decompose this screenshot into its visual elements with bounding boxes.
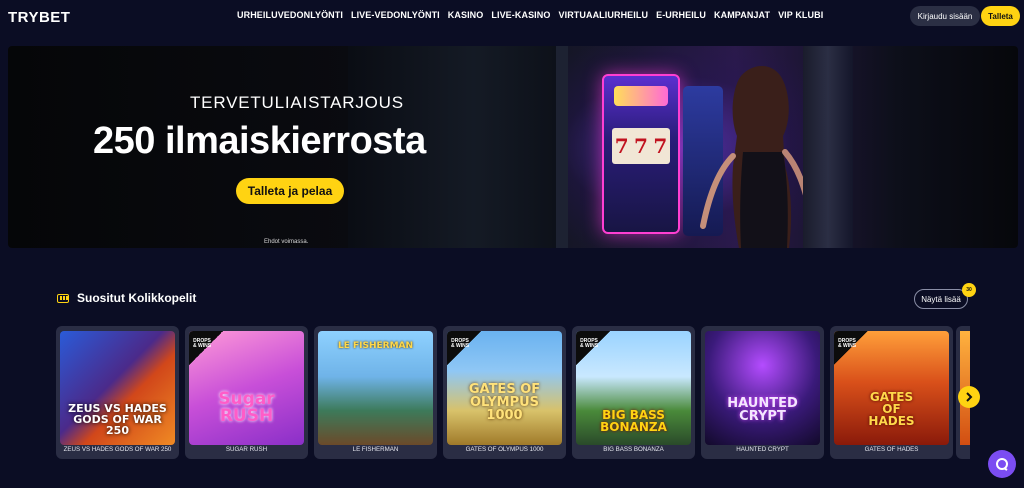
- game-name: GATES OF OLYMPUS 1000: [465, 446, 544, 453]
- hero-door-right: [803, 46, 853, 248]
- main-nav: URHEILUVEDONLYÖNTI LIVE-VEDONLYÖNTI KASI…: [237, 10, 823, 20]
- drops-and-wins-badge: DROPS & WINS: [447, 331, 481, 365]
- game-card-sugar-rush[interactable]: DROPS & WINS Sugar RUSH SUGAR RUSH: [185, 326, 308, 459]
- top-header: TRYBET URHEILUVEDONLYÖNTI LIVE-VEDONLYÖN…: [0, 0, 1024, 32]
- trybet-logo[interactable]: TRYBET: [8, 9, 70, 26]
- hero-subtitle: TERVETULIAISTARJOUS: [190, 93, 404, 112]
- woman-figure-image: [700, 65, 813, 248]
- game-name: LE FISHERMAN: [352, 446, 399, 453]
- game-art-title: GATES OF HADES: [868, 390, 915, 428]
- drops-and-wins-badge: DROPS & WINS: [834, 331, 868, 365]
- game-art-title: ZEUS VS HADES GODS OF WAR 250: [68, 402, 167, 437]
- game-card-gates-of-hades[interactable]: DROPS & WINS GATES OF HADES GATES OF HAD…: [830, 326, 953, 459]
- drops-and-wins-badge: DROPS & WINS: [576, 331, 610, 365]
- show-more-button[interactable]: Näytä lisää: [914, 289, 968, 309]
- slot-machine-top: [614, 86, 668, 106]
- game-name: SUGAR RUSH: [225, 446, 268, 453]
- game-count-badge: 30: [962, 283, 976, 297]
- reel-symbol: 7: [634, 134, 648, 158]
- nav-promotions[interactable]: KAMPANJAT: [714, 10, 770, 20]
- game-art-title: Sugar RUSH: [218, 389, 275, 426]
- game-thumbnail: LE FISHERMAN: [318, 331, 433, 445]
- deposit-button[interactable]: Talleta: [981, 6, 1020, 26]
- game-name: BIG BASS BONANZA: [603, 446, 664, 453]
- nav-vip-club[interactable]: VIP KLUBI: [778, 10, 823, 20]
- chevron-right-icon[interactable]: [958, 386, 980, 408]
- nav-esports[interactable]: E-URHEILU: [656, 10, 706, 20]
- game-card-zeus-vs-hades[interactable]: ZEUS VS HADES GODS OF WAR 250 ZEUS VS HA…: [56, 326, 179, 459]
- nav-live-casino[interactable]: LIVE-KASINO: [491, 10, 550, 20]
- game-card-gates-of-olympus-1000[interactable]: DROPS & WINS GATES OF OLYMPUS 1000 GATES…: [443, 326, 566, 459]
- game-card-haunted-crypt[interactable]: HAUNTED CRYPT HAUNTED CRYPT: [701, 326, 824, 459]
- game-thumbnail: HAUNTED CRYPT: [705, 331, 820, 445]
- game-name: GATES OF HADES: [864, 446, 919, 453]
- reel-symbol: 7: [614, 134, 629, 158]
- section-title: Suositut Kolikkopelit: [77, 291, 197, 305]
- game-thumbnail: DROPS & WINS GATES OF OLYMPUS 1000: [447, 331, 562, 445]
- nav-virtual-sports[interactable]: VIRTUAALIURHEILU: [558, 10, 648, 20]
- game-thumbnail: ZEUS VS HADES GODS OF WAR 250: [60, 331, 175, 445]
- slot-machine-icon: [57, 294, 69, 303]
- nav-sports-betting[interactable]: URHEILUVEDONLYÖNTI: [237, 10, 343, 20]
- hero-terms[interactable]: Ehdot voimassa.: [264, 239, 308, 245]
- slot-machine-reels: 7 7 7: [612, 128, 670, 164]
- game-art-title: BIG BASS BONANZA: [600, 408, 667, 434]
- reel-symbol: 7: [653, 134, 668, 158]
- nav-casino[interactable]: KASINO: [448, 10, 484, 20]
- nav-live-betting[interactable]: LIVE-VEDONLYÖNTI: [351, 10, 440, 20]
- game-thumbnail: DROPS & WINS BIG BASS BONANZA: [576, 331, 691, 445]
- drops-and-wins-badge: DROPS & WINS: [189, 331, 223, 365]
- games-carousel: ZEUS VS HADES GODS OF WAR 250 ZEUS VS HA…: [56, 326, 970, 459]
- deposit-and-play-button[interactable]: Talleta ja pelaa: [236, 178, 344, 204]
- chat-icon[interactable]: [988, 450, 1016, 478]
- game-thumbnail: DROPS & WINS GATES OF HADES: [834, 331, 949, 445]
- game-card-le-fisherman[interactable]: LE FISHERMAN LE FISHERMAN: [314, 326, 437, 459]
- game-art-title: GATES OF OLYMPUS 1000: [468, 382, 541, 423]
- game-thumbnail: DROPS & WINS Sugar RUSH: [189, 331, 304, 445]
- hero-title: 250 ilmaiskierrosta: [93, 120, 426, 162]
- game-name: ZEUS VS HADES GODS OF WAR 250: [63, 446, 172, 453]
- login-button[interactable]: Kirjaudu sisään: [910, 6, 980, 26]
- game-art-title: HAUNTED CRYPT: [727, 396, 798, 424]
- game-card-big-bass-bonanza[interactable]: DROPS & WINS BIG BASS BONANZA BIG BASS B…: [572, 326, 695, 459]
- hero-door-frame: [556, 46, 568, 248]
- game-art-title: LE FISHERMAN: [337, 341, 414, 351]
- slot-machine-image: 7 7 7: [602, 74, 680, 234]
- game-name: HAUNTED CRYPT: [736, 446, 789, 453]
